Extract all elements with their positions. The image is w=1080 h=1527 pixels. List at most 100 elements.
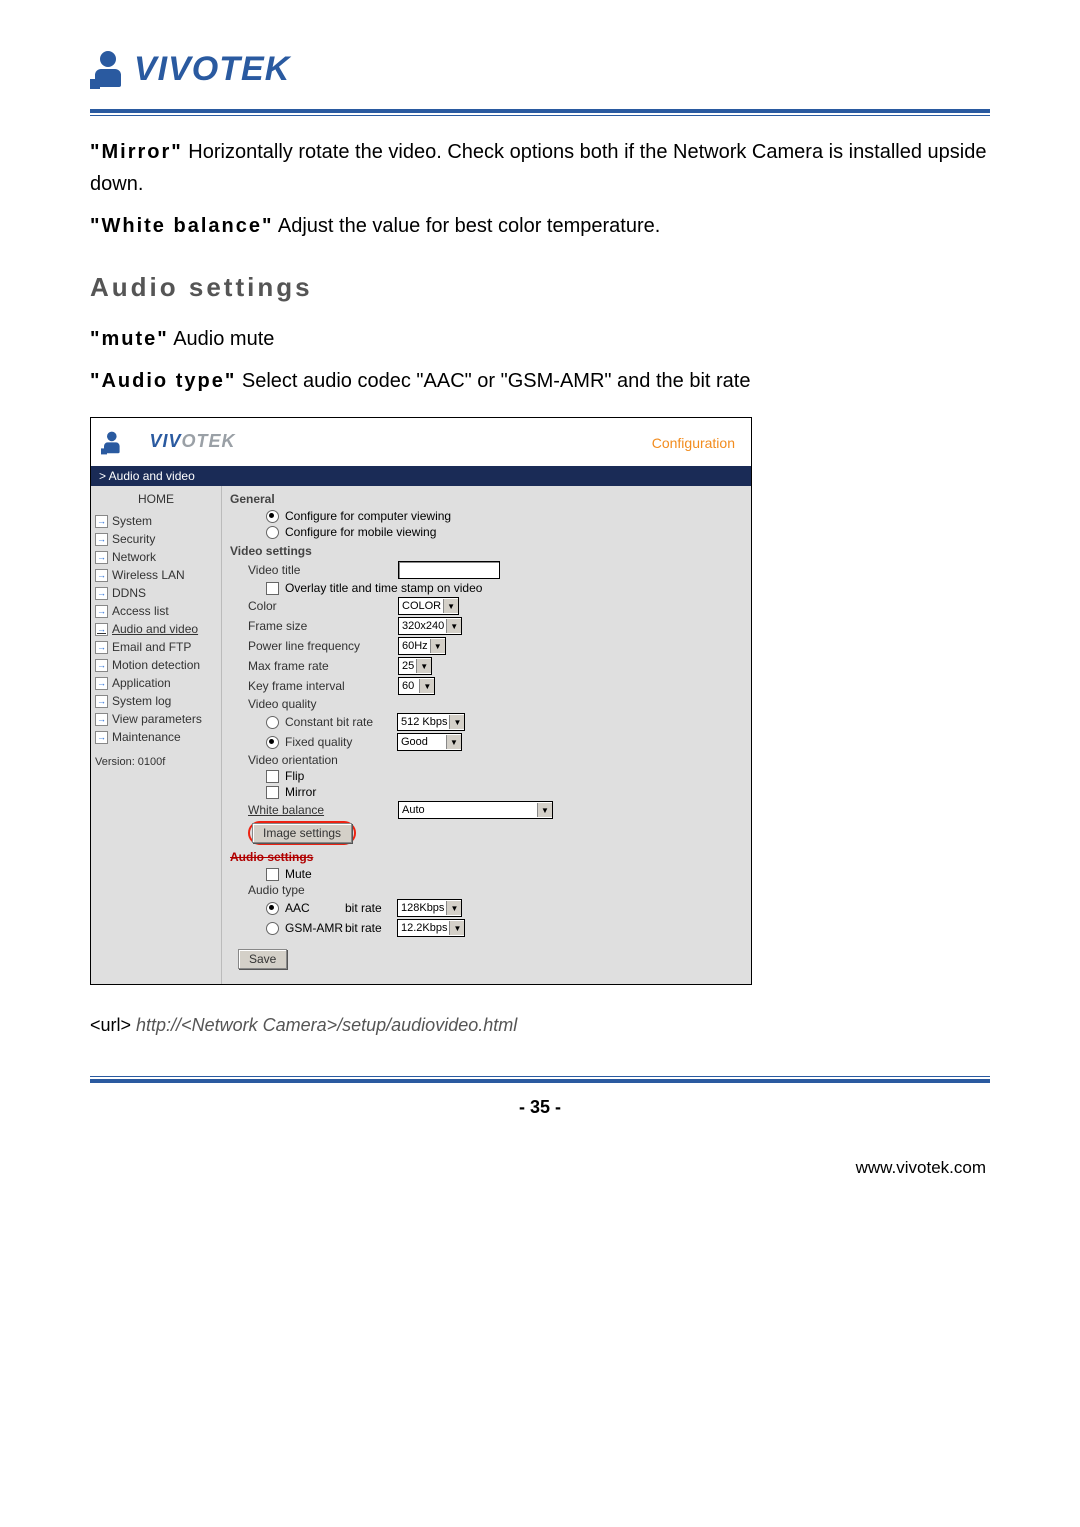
ss-logo: VIVOTEK bbox=[101, 424, 235, 462]
arrow-icon: → bbox=[95, 731, 108, 744]
kfi-select[interactable]: 60 ▼ bbox=[398, 677, 435, 695]
nav-maintenance[interactable]: →Maintenance bbox=[91, 728, 221, 746]
cbr-row: Constant bit rate 512 Kbps▼ bbox=[230, 712, 743, 732]
arrow-icon: → bbox=[95, 605, 108, 618]
frame-size-row: Frame size 320x240▼ bbox=[230, 616, 743, 636]
gsm-row: GSM-AMR bit rate 12.2Kbps▼ bbox=[230, 918, 743, 938]
checkbox-icon[interactable] bbox=[266, 582, 279, 595]
overlay-row[interactable]: Overlay title and time stamp on video bbox=[230, 580, 743, 596]
footer-rule-thin bbox=[90, 1076, 990, 1077]
atype-paragraph: "Audio type" Select audio codec "AAC" or… bbox=[90, 365, 990, 397]
config-label[interactable]: Configuration bbox=[652, 435, 735, 451]
wb-desc: Adjust the value for best color temperat… bbox=[273, 215, 660, 237]
radio-icon[interactable] bbox=[266, 716, 279, 729]
arrow-icon: → bbox=[95, 623, 108, 636]
url-label: <url> bbox=[90, 1015, 136, 1035]
fq-select[interactable]: Good▼ bbox=[397, 733, 462, 751]
fq-row: Fixed quality Good▼ bbox=[230, 732, 743, 752]
radio-icon[interactable] bbox=[266, 922, 279, 935]
nav-audio-video[interactable]: →Audio and video bbox=[91, 620, 221, 638]
brand-name: VIVOTEK bbox=[134, 50, 290, 89]
nav-network[interactable]: →Network bbox=[91, 548, 221, 566]
header-rule-thick bbox=[90, 109, 990, 113]
chevron-down-icon: ▼ bbox=[443, 599, 458, 613]
nav-email-ftp[interactable]: →Email and FTP bbox=[91, 638, 221, 656]
chevron-down-icon: ▼ bbox=[419, 679, 434, 693]
header-rule-thin bbox=[90, 115, 990, 116]
nav-ddns[interactable]: →DDNS bbox=[91, 584, 221, 602]
nav-system-log[interactable]: →System log bbox=[91, 692, 221, 710]
page-number: - 35 - bbox=[90, 1097, 990, 1118]
main-panel: General Configure for computer viewing C… bbox=[221, 486, 751, 984]
mirror-row[interactable]: Mirror bbox=[230, 784, 743, 800]
arrow-icon: → bbox=[95, 587, 108, 600]
save-button[interactable]: Save bbox=[238, 949, 287, 969]
arrow-icon: → bbox=[95, 569, 108, 582]
nav-access-list[interactable]: →Access list bbox=[91, 602, 221, 620]
mute-term: "mute" bbox=[90, 328, 169, 350]
mirror-desc: Horizontally rotate the video. Check opt… bbox=[90, 141, 987, 195]
opt-computer-row[interactable]: Configure for computer viewing bbox=[230, 508, 743, 524]
wb-term: "White balance" bbox=[90, 215, 273, 237]
checkbox-icon[interactable] bbox=[266, 868, 279, 881]
nav-security[interactable]: →Security bbox=[91, 530, 221, 548]
arrow-icon: → bbox=[95, 533, 108, 546]
flip-row[interactable]: Flip bbox=[230, 768, 743, 784]
plf-row: Power line frequency 60Hz▼ bbox=[230, 636, 743, 656]
radio-icon[interactable] bbox=[266, 510, 279, 523]
aac-bitrate-select[interactable]: 128Kbps▼ bbox=[397, 899, 462, 917]
nav-application[interactable]: →Application bbox=[91, 674, 221, 692]
audio-settings-heading: Audio settings bbox=[230, 850, 743, 864]
video-settings-heading: Video settings bbox=[230, 544, 743, 558]
radio-icon[interactable] bbox=[266, 526, 279, 539]
nav-motion[interactable]: →Motion detection bbox=[91, 656, 221, 674]
chevron-down-icon: ▼ bbox=[446, 735, 461, 749]
checkbox-icon[interactable] bbox=[266, 786, 279, 799]
arrow-icon: → bbox=[95, 659, 108, 672]
checkbox-icon[interactable] bbox=[266, 770, 279, 783]
audio-settings-heading: Audio settings bbox=[90, 272, 990, 303]
opt-mobile-row[interactable]: Configure for mobile viewing bbox=[230, 524, 743, 540]
audio-type-row: Audio type bbox=[230, 882, 743, 898]
gsm-bitrate-select[interactable]: 12.2Kbps▼ bbox=[397, 919, 465, 937]
mute-paragraph: "mute" Audio mute bbox=[90, 323, 990, 355]
site-url: www.vivotek.com bbox=[90, 1158, 986, 1178]
kfi-row: Key frame interval 60 ▼ bbox=[230, 676, 743, 696]
nav-home[interactable]: HOME bbox=[91, 486, 221, 512]
chevron-down-icon: ▼ bbox=[449, 921, 464, 935]
vq-row: Video quality bbox=[230, 696, 743, 712]
url-note: <url> http://<Network Camera>/setup/audi… bbox=[90, 1015, 990, 1036]
chevron-down-icon: ▼ bbox=[446, 619, 461, 633]
breadcrumb: > Audio and video bbox=[91, 466, 751, 486]
arrow-icon: → bbox=[95, 677, 108, 690]
mfr-row: Max frame rate 25▼ bbox=[230, 656, 743, 676]
plf-select[interactable]: 60Hz▼ bbox=[398, 637, 446, 655]
radio-icon[interactable] bbox=[266, 902, 279, 915]
frame-size-select[interactable]: 320x240▼ bbox=[398, 617, 462, 635]
color-select[interactable]: COLOR▼ bbox=[398, 597, 459, 615]
logo-icon bbox=[101, 432, 124, 455]
cbr-select[interactable]: 512 Kbps▼ bbox=[397, 713, 465, 731]
white-balance-link[interactable]: White balance bbox=[248, 803, 398, 817]
mirror-paragraph: "Mirror" Horizontally rotate the video. … bbox=[90, 136, 990, 200]
color-row: Color COLOR▼ bbox=[230, 596, 743, 616]
nav-wlan[interactable]: →Wireless LAN bbox=[91, 566, 221, 584]
wb-paragraph: "White balance" Adjust the value for bes… bbox=[90, 210, 990, 242]
atype-desc: Select audio codec "AAC" or "GSM-AMR" an… bbox=[236, 370, 750, 392]
chevron-down-icon: ▼ bbox=[446, 901, 461, 915]
chevron-down-icon: ▼ bbox=[537, 803, 552, 817]
arrow-icon: → bbox=[95, 641, 108, 654]
video-title-input[interactable] bbox=[398, 561, 500, 579]
image-settings-button[interactable]: Image settings bbox=[252, 823, 352, 843]
logo-icon bbox=[90, 51, 128, 89]
arrow-icon: → bbox=[95, 515, 108, 528]
nav-system[interactable]: →System bbox=[91, 512, 221, 530]
nav-view-params[interactable]: →View parameters bbox=[91, 710, 221, 728]
radio-icon[interactable] bbox=[266, 736, 279, 749]
mfr-select[interactable]: 25▼ bbox=[398, 657, 432, 675]
wb-select[interactable]: Auto▼ bbox=[398, 801, 553, 819]
chevron-down-icon: ▼ bbox=[416, 659, 431, 673]
chevron-down-icon: ▼ bbox=[430, 639, 445, 653]
chevron-down-icon: ▼ bbox=[449, 715, 464, 729]
mute-row[interactable]: Mute bbox=[230, 866, 743, 882]
